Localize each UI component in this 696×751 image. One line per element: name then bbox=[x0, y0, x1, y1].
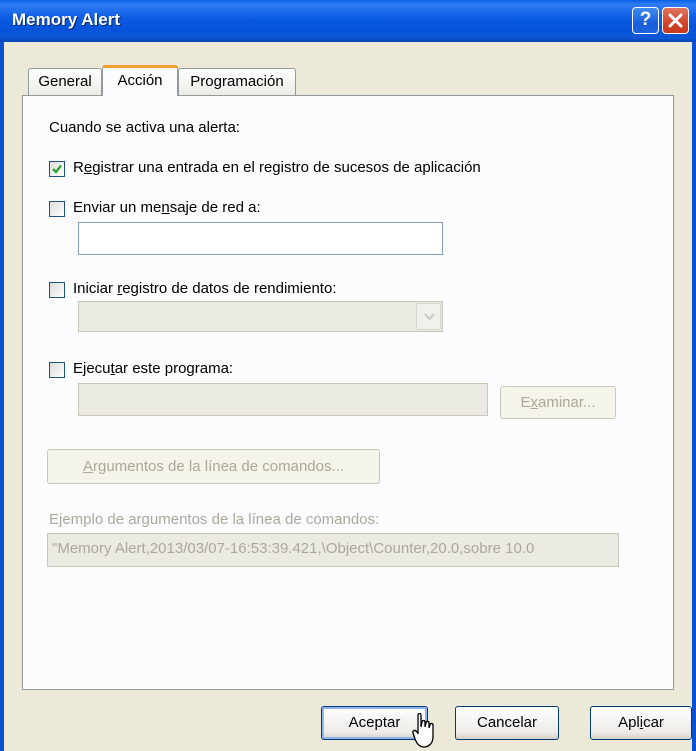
command-line-arguments-button[interactable]: Argumentos de la línea de comandos... bbox=[47, 449, 380, 484]
start-log-checkbox[interactable] bbox=[49, 282, 65, 298]
log-settings-dropdown[interactable] bbox=[78, 301, 443, 332]
mouse-pointer-icon bbox=[412, 713, 434, 748]
run-program-checkbox[interactable] bbox=[49, 362, 65, 378]
tab-programacion[interactable]: Programación bbox=[178, 68, 296, 95]
chevron-down-icon bbox=[424, 313, 435, 321]
question-mark-icon: ? bbox=[639, 9, 652, 30]
window-border-left bbox=[0, 42, 4, 751]
close-button[interactable] bbox=[662, 7, 689, 34]
title-bar: Memory Alert ? bbox=[0, 0, 696, 42]
tab-general[interactable]: General bbox=[28, 68, 102, 95]
dropdown-arrow-button[interactable] bbox=[416, 303, 441, 330]
run-program-label[interactable]: Ejecutar este programa: bbox=[73, 360, 233, 377]
network-message-input[interactable] bbox=[78, 222, 443, 255]
intro-label: Cuando se activa una alerta: bbox=[49, 119, 240, 136]
log-event-label[interactable]: Registrar una entrada en el registro de … bbox=[73, 159, 481, 176]
browse-button[interactable]: Examinar... bbox=[500, 386, 616, 419]
start-log-label[interactable]: Iniciar registro de datos de rendimiento… bbox=[73, 280, 337, 297]
tab-label: General bbox=[38, 73, 92, 90]
tab-label: Programación bbox=[190, 73, 284, 90]
send-message-checkbox[interactable] bbox=[49, 201, 65, 217]
example-arguments-label: Ejemplo de argumentos de la línea de com… bbox=[49, 511, 380, 528]
example-arguments-field: "Memory Alert,2013/03/07-16:53:39.421,\O… bbox=[47, 533, 619, 567]
log-event-checkbox[interactable] bbox=[49, 161, 65, 177]
help-button[interactable]: ? bbox=[632, 7, 659, 34]
window-border-right bbox=[692, 42, 696, 751]
send-message-label[interactable]: Enviar un mensaje de red a: bbox=[73, 199, 261, 216]
checkmark-icon bbox=[52, 164, 62, 174]
cancel-button[interactable]: Cancelar bbox=[455, 706, 559, 740]
program-path-input[interactable] bbox=[78, 383, 488, 416]
apply-button[interactable]: Aplicar bbox=[590, 706, 692, 740]
window-title: Memory Alert bbox=[12, 10, 121, 29]
tab-accion[interactable]: Acción bbox=[102, 65, 178, 96]
tab-label: Acción bbox=[117, 72, 163, 89]
close-x-icon bbox=[668, 13, 683, 28]
